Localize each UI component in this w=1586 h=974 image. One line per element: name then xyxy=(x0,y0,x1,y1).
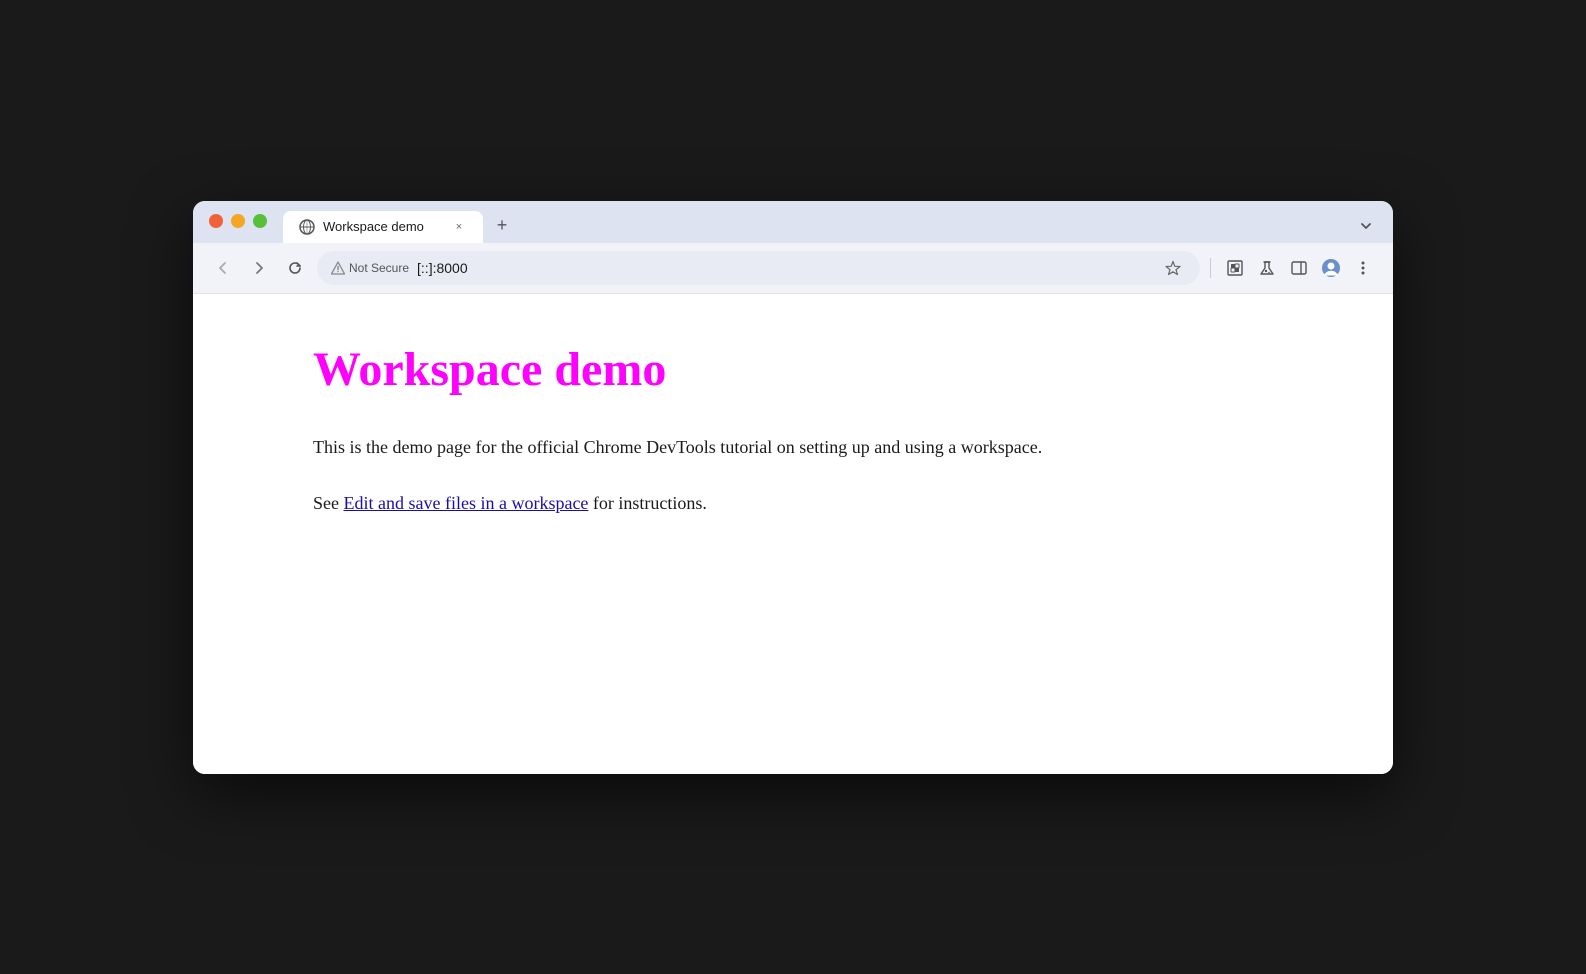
reload-icon xyxy=(287,260,303,276)
traffic-light-close[interactable] xyxy=(209,214,223,228)
extensions-icon xyxy=(1226,259,1244,277)
back-icon xyxy=(215,260,231,276)
title-bar: Workspace demo × + xyxy=(193,201,1393,243)
tab-favicon-icon xyxy=(299,219,315,235)
extensions-button[interactable] xyxy=(1221,254,1249,282)
page-link-line: See Edit and save files in a workspace f… xyxy=(313,489,1273,518)
not-secure-indicator: Not Secure xyxy=(331,261,409,275)
traffic-light-minimize[interactable] xyxy=(231,214,245,228)
url-text[interactable]: [::]:8000 xyxy=(417,260,1152,276)
address-bar[interactable]: Not Secure [::]:8000 xyxy=(317,251,1200,285)
workspace-link[interactable]: Edit and save files in a workspace xyxy=(344,493,589,513)
nav-bar: Not Secure [::]:8000 xyxy=(193,243,1393,294)
back-button[interactable] xyxy=(209,254,237,282)
menu-button[interactable] xyxy=(1349,254,1377,282)
address-actions xyxy=(1160,255,1186,281)
new-tab-button[interactable]: + xyxy=(487,211,517,241)
tab-dropdown-button[interactable] xyxy=(1351,211,1381,241)
page-description: This is the demo page for the official C… xyxy=(313,433,1273,462)
link-suffix: for instructions. xyxy=(588,493,707,513)
reload-button[interactable] xyxy=(281,254,309,282)
profile-icon xyxy=(1321,258,1341,278)
tab-close-button[interactable]: × xyxy=(451,219,467,235)
tab-title: Workspace demo xyxy=(323,219,443,234)
traffic-lights xyxy=(205,214,279,240)
sidebar-icon xyxy=(1290,259,1308,277)
kebab-menu-icon xyxy=(1355,260,1371,276)
traffic-light-maximize[interactable] xyxy=(253,214,267,228)
devtools-labs-button[interactable] xyxy=(1253,254,1281,282)
page-heading: Workspace demo xyxy=(313,342,1273,397)
labs-icon xyxy=(1258,259,1276,277)
not-secure-text: Not Secure xyxy=(349,261,409,275)
link-prefix: See xyxy=(313,493,344,513)
star-button[interactable] xyxy=(1160,255,1186,281)
star-icon xyxy=(1165,260,1181,276)
browser-tab-active[interactable]: Workspace demo × xyxy=(283,211,483,243)
forward-icon xyxy=(251,260,267,276)
browser-window: Workspace demo × + xyxy=(193,201,1393,774)
nav-divider-1 xyxy=(1210,258,1211,278)
sidebar-button[interactable] xyxy=(1285,254,1313,282)
forward-button[interactable] xyxy=(245,254,273,282)
page-content: Workspace demo This is the demo page for… xyxy=(193,294,1393,774)
chevron-down-icon xyxy=(1360,220,1372,232)
nav-right-icons xyxy=(1221,254,1377,282)
profile-button[interactable] xyxy=(1317,254,1345,282)
tab-row: Workspace demo × + xyxy=(193,201,1393,243)
warning-icon xyxy=(331,261,345,275)
